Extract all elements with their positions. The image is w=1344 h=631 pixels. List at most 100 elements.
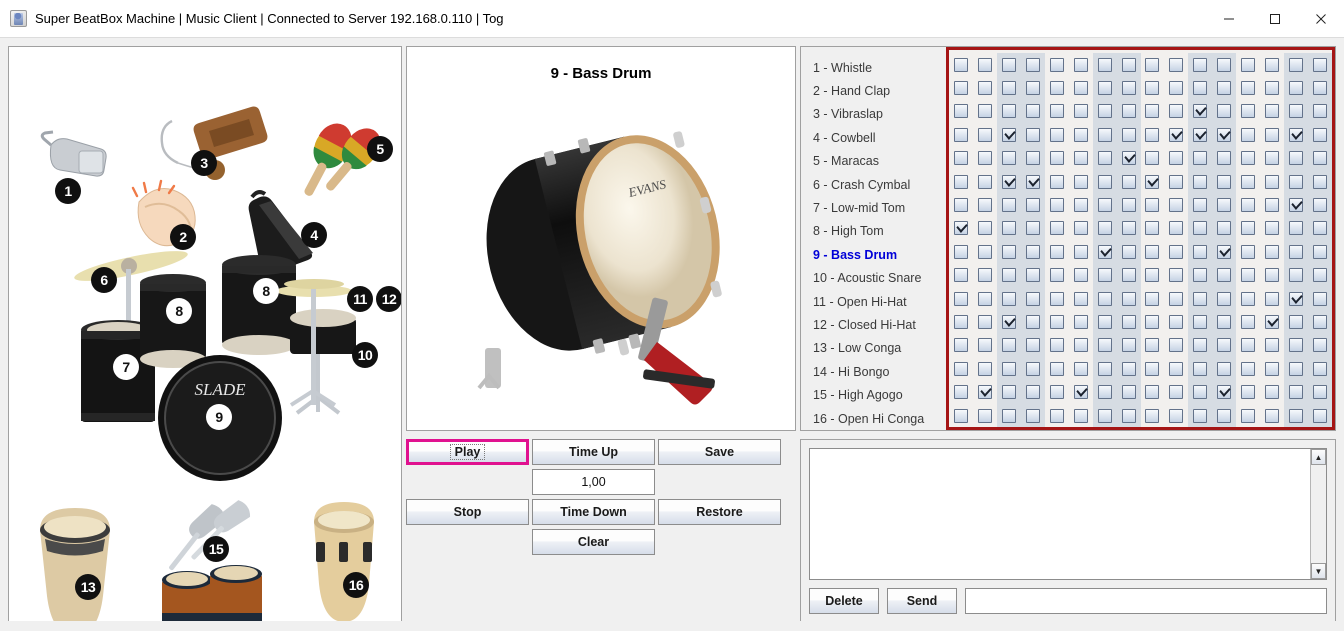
beat-checkbox-r6-c16[interactable] <box>1313 174 1328 189</box>
beat-cell-r6-c16[interactable] <box>1308 169 1332 194</box>
beat-checkbox-r5-c11[interactable] <box>1193 151 1208 166</box>
instrument-badge-12-closed-hi-hat[interactable]: 12 <box>376 286 401 312</box>
beat-cell-r12-c10[interactable] <box>1164 310 1188 333</box>
beat-checkbox-r16-c14[interactable] <box>1265 408 1280 423</box>
beat-cell-r4-c10[interactable] <box>1164 123 1188 146</box>
beat-checkbox-r16-c7[interactable] <box>1097 408 1112 423</box>
beat-checkbox-r1-c2[interactable] <box>977 57 992 72</box>
beat-cell-r15-c16[interactable] <box>1308 380 1332 404</box>
beat-checkbox-r15-c13[interactable] <box>1241 385 1256 400</box>
beat-checkbox-r9-c14[interactable] <box>1265 244 1280 259</box>
beat-cell-r12-c11[interactable] <box>1188 310 1213 334</box>
beat-checkbox-r14-c1[interactable] <box>953 361 968 376</box>
beat-cell-r3-c3[interactable] <box>996 99 1021 124</box>
beat-checkbox-r10-c8[interactable] <box>1121 268 1136 283</box>
beat-checkbox-r15-c1[interactable] <box>953 385 968 400</box>
restore-button[interactable]: Restore <box>658 499 781 525</box>
instrument-badge-16-open-hi-conga[interactable]: 16 <box>343 572 369 598</box>
beat-checkbox-r3-c12[interactable] <box>1217 104 1232 119</box>
beat-cell-r2-c3[interactable] <box>996 76 1021 100</box>
beat-cell-r6-c6[interactable] <box>1069 170 1093 193</box>
beat-checkbox-r1-c14[interactable] <box>1265 57 1280 72</box>
beat-cell-r15-c2[interactable] <box>973 380 997 403</box>
beat-checkbox-r14-c7[interactable] <box>1097 361 1112 376</box>
beat-checkbox-r11-c16[interactable] <box>1313 291 1328 306</box>
beat-cell-r10-c14[interactable] <box>1260 264 1284 287</box>
beat-cell-r3-c2[interactable] <box>973 100 997 123</box>
beat-cell-r5-c16[interactable] <box>1308 146 1332 170</box>
instrument-badge-1-whistle[interactable]: 1 <box>55 178 81 204</box>
beat-checkbox-r7-c4[interactable] <box>1025 198 1040 213</box>
beat-cell-r9-c8[interactable] <box>1116 240 1141 264</box>
beat-checkbox-r15-c8[interactable] <box>1121 385 1136 400</box>
beat-cell-r9-c16[interactable] <box>1308 240 1332 264</box>
time-up-button[interactable]: Time Up <box>532 439 655 465</box>
beat-cell-r15-c15[interactable] <box>1284 380 1309 404</box>
beat-cell-r16-c2[interactable] <box>973 404 997 427</box>
beat-cell-r15-c8[interactable] <box>1116 380 1141 404</box>
beat-checkbox-r5-c13[interactable] <box>1241 151 1256 166</box>
beat-cell-r4-c16[interactable] <box>1308 123 1332 147</box>
beat-cell-r10-c8[interactable] <box>1116 263 1141 287</box>
beat-checkbox-r1-c7[interactable] <box>1097 57 1112 72</box>
beat-cell-r15-c7[interactable] <box>1092 380 1117 404</box>
beat-checkbox-r5-c4[interactable] <box>1025 151 1040 166</box>
beat-cell-r7-c12[interactable] <box>1212 193 1237 217</box>
beat-checkbox-r9-c6[interactable] <box>1073 244 1088 259</box>
beat-checkbox-r10-c14[interactable] <box>1265 268 1280 283</box>
beat-cell-r8-c4[interactable] <box>1020 216 1045 241</box>
beat-checkbox-r12-c6[interactable] <box>1073 314 1088 329</box>
beat-checkbox-r1-c1[interactable] <box>953 57 968 72</box>
beat-checkbox-r5-c3[interactable] <box>1001 151 1016 166</box>
beat-cell-r3-c10[interactable] <box>1164 100 1188 123</box>
beat-cell-r7-c1[interactable] <box>949 193 973 216</box>
beat-cell-r4-c11[interactable] <box>1188 123 1213 147</box>
tempo-field[interactable]: 1,00 <box>532 469 655 495</box>
instrument-badge-10-acoustic-snare[interactable]: 10 <box>352 342 378 368</box>
beat-cell-r9-c3[interactable] <box>996 240 1021 264</box>
beat-cell-r2-c14[interactable] <box>1260 76 1284 99</box>
beat-checkbox-r13-c7[interactable] <box>1097 338 1112 353</box>
beat-cell-r12-c16[interactable] <box>1308 310 1332 334</box>
beat-checkbox-r10-c9[interactable] <box>1145 268 1160 283</box>
beat-cell-r4-c8[interactable] <box>1116 123 1141 147</box>
beat-cell-r14-c7[interactable] <box>1092 357 1117 381</box>
beat-checkbox-r8-c1[interactable] <box>953 221 968 236</box>
beat-cell-r14-c4[interactable] <box>1020 357 1045 381</box>
beat-cell-r5-c9[interactable] <box>1141 147 1165 170</box>
beat-cell-r11-c10[interactable] <box>1164 287 1188 310</box>
beat-checkbox-r12-c2[interactable] <box>977 314 992 329</box>
beat-checkbox-r16-c10[interactable] <box>1169 408 1184 423</box>
beat-checkbox-r1-c11[interactable] <box>1193 57 1208 72</box>
beat-checkbox-r14-c4[interactable] <box>1025 361 1040 376</box>
beat-cell-r16-c9[interactable] <box>1141 404 1165 427</box>
beat-cell-r11-c4[interactable] <box>1020 286 1045 311</box>
beat-checkbox-r7-c7[interactable] <box>1097 198 1112 213</box>
beat-cell-r11-c1[interactable] <box>949 287 973 310</box>
beat-cell-r11-c13[interactable] <box>1236 287 1260 310</box>
beat-checkbox-r10-c6[interactable] <box>1073 268 1088 283</box>
beat-checkbox-r5-c8[interactable] <box>1121 151 1136 166</box>
beat-cell-r6-c8[interactable] <box>1116 169 1141 194</box>
beat-cell-r4-c7[interactable] <box>1092 123 1117 147</box>
beat-cell-r16-c16[interactable] <box>1308 403 1332 427</box>
beat-checkbox-r6-c13[interactable] <box>1241 174 1256 189</box>
instrument-badge-8-high-tom[interactable]: 8 <box>253 278 279 304</box>
beat-checkbox-r11-c5[interactable] <box>1049 291 1064 306</box>
beat-checkbox-r3-c2[interactable] <box>977 104 992 119</box>
beat-checkbox-r11-c8[interactable] <box>1121 291 1136 306</box>
beat-checkbox-r11-c6[interactable] <box>1073 291 1088 306</box>
beat-cell-r13-c14[interactable] <box>1260 334 1284 357</box>
beat-cell-r7-c6[interactable] <box>1069 193 1093 216</box>
beat-checkbox-r3-c11[interactable] <box>1193 104 1208 119</box>
beat-checkbox-r12-c12[interactable] <box>1217 314 1232 329</box>
beat-cell-r16-c12[interactable] <box>1212 403 1237 427</box>
beat-cell-r3-c11[interactable] <box>1188 99 1213 124</box>
beat-checkbox-r9-c16[interactable] <box>1313 244 1328 259</box>
beat-cell-r7-c16[interactable] <box>1308 193 1332 217</box>
beat-checkbox-r9-c4[interactable] <box>1025 244 1040 259</box>
beat-cell-r10-c13[interactable] <box>1236 264 1260 287</box>
instrument-badge-8-high-tom[interactable]: 8 <box>166 298 192 324</box>
beat-checkbox-r4-c16[interactable] <box>1313 127 1328 142</box>
beat-checkbox-r13-c12[interactable] <box>1217 338 1232 353</box>
